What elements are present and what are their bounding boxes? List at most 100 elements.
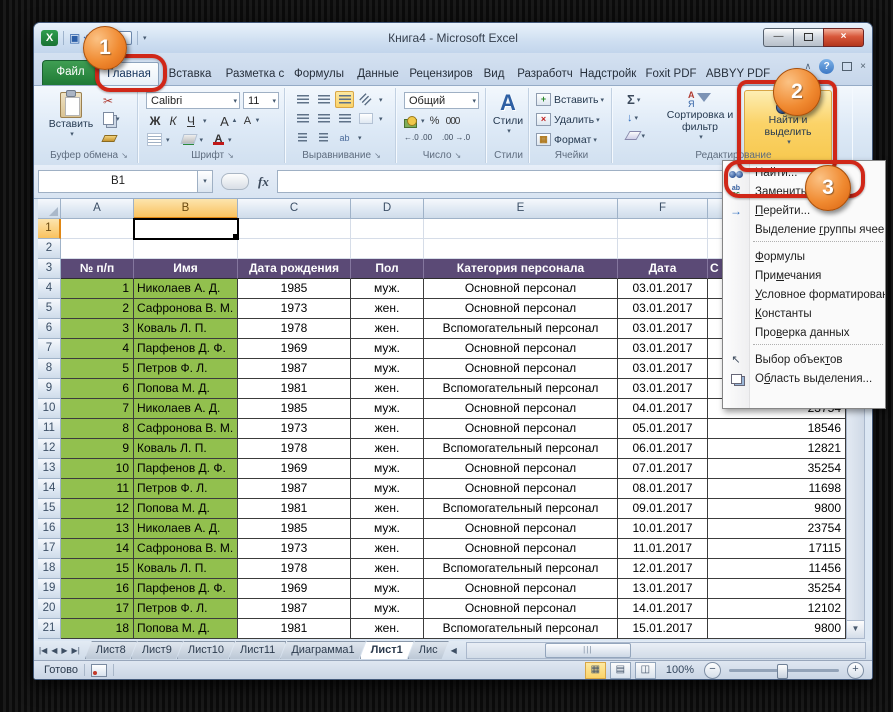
orientation-button[interactable] (356, 91, 375, 108)
cell-E3[interactable]: Категория персонала (424, 259, 618, 279)
cell-D8[interactable]: муж. (351, 359, 424, 379)
menu-item-выделение-группы-ячеек-[interactable]: Выделение группы ячеек... (723, 220, 885, 239)
cell-D21[interactable]: жен. (351, 619, 424, 639)
cell-C9[interactable]: 1981 (238, 379, 351, 399)
cut-button[interactable]: ✂ (103, 93, 121, 108)
font-color-button[interactable]: А (213, 134, 225, 145)
cell-F15[interactable]: 09.01.2017 (618, 499, 708, 519)
row-header-10[interactable]: 10 (38, 399, 61, 419)
cell-E17[interactable]: Основной персонал (424, 539, 618, 559)
cell-C14[interactable]: 1987 (238, 479, 351, 499)
cell-E1[interactable] (424, 219, 618, 239)
qat-customize-dropdown-icon[interactable]: ▾ (143, 34, 147, 42)
cell-D18[interactable]: жен. (351, 559, 424, 579)
col-header-E[interactable]: E (424, 199, 618, 219)
cell-B5[interactable]: Сафронова В. М. (134, 299, 238, 319)
cell-A20[interactable]: 17 (61, 599, 134, 619)
cell-F16[interactable]: 10.01.2017 (618, 519, 708, 539)
menu-item-примечания[interactable]: Примечания (723, 266, 885, 285)
cell-A17[interactable]: 14 (61, 539, 134, 559)
minimize-button[interactable]: — (763, 28, 793, 47)
tab-foxit-pdf[interactable]: Foxit PDF (639, 62, 703, 85)
autosum-button[interactable]: Σ ▾ (627, 92, 645, 107)
cell-B7[interactable]: Парфенов Д. Ф. (134, 339, 238, 359)
select-all-corner[interactable] (38, 199, 61, 219)
cell-B10[interactable]: Николаев А. Д. (134, 399, 238, 419)
zoom-slider[interactable] (729, 663, 839, 679)
tab-разметка-с[interactable]: Разметка с (221, 62, 289, 85)
cell-G11[interactable]: 18546 (708, 419, 846, 439)
cell-E10[interactable]: Основной персонал (424, 399, 618, 419)
cell-F8[interactable]: 03.01.2017 (618, 359, 708, 379)
cell-E18[interactable]: Вспомогательный персонал (424, 559, 618, 579)
row-header-12[interactable]: 12 (38, 439, 61, 459)
cell-C16[interactable]: 1985 (238, 519, 351, 539)
row-header-19[interactable]: 19 (38, 579, 61, 599)
horizontal-scroll-thumb[interactable]: ||| (544, 643, 631, 658)
tab-надстройк[interactable]: Надстройк (577, 62, 639, 85)
cell-F13[interactable]: 07.01.2017 (618, 459, 708, 479)
row-header-18[interactable]: 18 (38, 559, 61, 579)
row-header-2[interactable]: 2 (38, 239, 61, 259)
cell-F6[interactable]: 03.01.2017 (618, 319, 708, 339)
cell-B21[interactable]: Попова М. Д. (134, 619, 238, 639)
cell-G12[interactable]: 12821 (708, 439, 846, 459)
sheet-tab-лист1[interactable]: Лист1 (360, 641, 414, 659)
cell-C13[interactable]: 1969 (238, 459, 351, 479)
zoom-level[interactable]: 100% (666, 664, 694, 676)
borders-button[interactable] (147, 133, 162, 146)
cell-C11[interactable]: 1973 (238, 419, 351, 439)
wrap-text-button[interactable]: ab (335, 129, 354, 146)
cell-A11[interactable]: 8 (61, 419, 134, 439)
underline-button[interactable]: Ч (183, 113, 199, 129)
restore-workbook-icon[interactable] (842, 62, 853, 71)
cell-F11[interactable]: 05.01.2017 (618, 419, 708, 439)
cell-C17[interactable]: 1973 (238, 539, 351, 559)
cell-F2[interactable] (618, 239, 708, 259)
cell-D7[interactable]: муж. (351, 339, 424, 359)
row-header-5[interactable]: 5 (38, 299, 61, 319)
cell-E21[interactable]: Вспомогательный персонал (424, 619, 618, 639)
cell-E15[interactable]: Вспомогательный персонал (424, 499, 618, 519)
col-header-C[interactable]: C (238, 199, 351, 219)
cell-A19[interactable]: 16 (61, 579, 134, 599)
col-header-B[interactable]: B (134, 199, 238, 219)
decrease-indent-button[interactable] (293, 129, 312, 146)
save-icon[interactable]: ▣ (69, 31, 80, 45)
align-middle-button[interactable] (314, 91, 333, 108)
cell-B3[interactable]: Имя (134, 259, 238, 279)
cell-C21[interactable]: 1981 (238, 619, 351, 639)
cell-A3[interactable]: № п/п (61, 259, 134, 279)
cell-E12[interactable]: Вспомогательный персонал (424, 439, 618, 459)
sheet-tab-лист9[interactable]: Лист9 (131, 641, 183, 659)
cell-B9[interactable]: Попова М. Д. (134, 379, 238, 399)
cell-D20[interactable]: муж. (351, 599, 424, 619)
cell-D14[interactable]: муж. (351, 479, 424, 499)
cell-B2[interactable] (134, 239, 238, 259)
insert-cells-button[interactable]: + Вставить ▾ (536, 93, 604, 106)
cell-A5[interactable]: 2 (61, 299, 134, 319)
next-sheet-icon[interactable]: ▶ (60, 646, 68, 655)
cell-G18[interactable]: 11456 (708, 559, 846, 579)
cell-E5[interactable]: Основной персонал (424, 299, 618, 319)
cell-A18[interactable]: 15 (61, 559, 134, 579)
cell-F20[interactable]: 14.01.2017 (618, 599, 708, 619)
maximize-button[interactable] (793, 28, 823, 47)
prev-sheet-icon[interactable]: ◀ (50, 646, 58, 655)
tab-разработч[interactable]: Разработч (513, 62, 577, 85)
row-header-3[interactable]: 3 (38, 259, 61, 279)
cell-B19[interactable]: Парфенов Д. Ф. (134, 579, 238, 599)
decrease-decimal-button[interactable]: .00 →.0 (442, 133, 470, 142)
cell-G17[interactable]: 17115 (708, 539, 846, 559)
col-header-D[interactable]: D (351, 199, 424, 219)
dialog-launcher-icon[interactable]: ↘ (121, 151, 128, 160)
row-header-15[interactable]: 15 (38, 499, 61, 519)
row-header-16[interactable]: 16 (38, 519, 61, 539)
cell-E9[interactable]: Вспомогательный персонал (424, 379, 618, 399)
view-page-layout-icon[interactable]: ▤ (609, 661, 631, 679)
view-normal-icon[interactable]: ▦ (584, 661, 606, 679)
paste-button[interactable]: Вставить ▾ (47, 90, 95, 138)
cell-B17[interactable]: Сафронова В. М. (134, 539, 238, 559)
row-header-20[interactable]: 20 (38, 599, 61, 619)
macro-record-icon[interactable] (90, 663, 107, 677)
